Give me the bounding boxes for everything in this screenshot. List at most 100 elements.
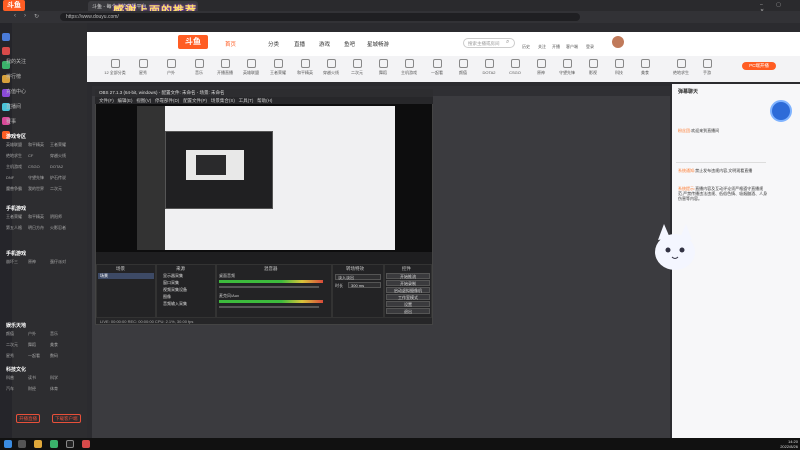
taskbar-app-icon[interactable] [50, 440, 58, 448]
sidebar-tag[interactable]: 崩坏三 [6, 259, 28, 265]
scene-item[interactable]: 场景 [98, 273, 154, 279]
nav-game[interactable]: 游戏 [319, 40, 330, 48]
sidebar-tag[interactable]: CSGO [28, 164, 50, 170]
sidebar-item-recharge[interactable]: 充值中心 [6, 88, 26, 95]
sidebar-tag[interactable]: 星秀 [6, 353, 28, 359]
virtual-camera-button[interactable]: 启动虚拟摄像机 [386, 287, 430, 293]
category-item[interactable]: 穿越火线 [318, 57, 344, 76]
nav-category[interactable]: 分类 [268, 40, 279, 48]
category-item[interactable]: 12 全部分类 [102, 57, 128, 76]
category-item[interactable]: 户外 [158, 57, 184, 76]
volume-slider[interactable] [219, 306, 319, 308]
url-input[interactable]: https://www.douyu.com/ [60, 13, 580, 21]
source-item[interactable]: 音频输入采集 [163, 301, 187, 307]
obs-menu-docks[interactable]: 停靠部件(D) [155, 98, 179, 103]
category-item[interactable]: 影视 [580, 57, 606, 76]
start-icon[interactable] [4, 440, 12, 448]
sidebar-tag[interactable]: 穿越火线 [50, 153, 72, 159]
sidebar-tag[interactable]: 读书 [28, 375, 50, 381]
obs-menu-help[interactable]: 帮助(H) [257, 98, 272, 103]
category-item[interactable]: 守望先锋 [554, 57, 580, 76]
source-item[interactable]: 图像 [163, 294, 171, 300]
category-item[interactable]: 一起看 [424, 57, 450, 76]
nav-follow[interactable]: 关注 [538, 44, 546, 50]
sidebar-tag[interactable]: DOTA2 [50, 164, 72, 170]
category-item[interactable]: DOTA2 [476, 57, 502, 75]
category-item[interactable]: 主机游戏 [396, 57, 422, 76]
nav-history[interactable]: 历史 [522, 44, 530, 50]
obs-menu-tools[interactable]: 工具(T) [239, 98, 254, 103]
category-item[interactable]: 王者荣耀 [265, 57, 291, 76]
sidebar-tag[interactable]: 音乐 [50, 331, 72, 337]
duration-input[interactable]: 300 ms [348, 282, 381, 288]
sidebar-tag[interactable]: 体育 [50, 386, 72, 392]
category-item[interactable]: 原神 [528, 57, 554, 76]
forward-icon[interactable]: › [24, 13, 26, 19]
sidebar-tag[interactable]: 美食 [50, 342, 72, 348]
sidebar-tag[interactable]: 英雄联盟 [6, 142, 28, 148]
category-item[interactable]: CSGO [502, 57, 528, 75]
category-item[interactable]: 英雄联盟 [238, 57, 264, 76]
sidebar-tag[interactable]: CF [28, 153, 50, 159]
nav-home[interactable]: 首页 [225, 40, 236, 48]
sidebar-tag[interactable]: 绝地求生 [6, 153, 28, 159]
exit-button[interactable]: 退出 [386, 308, 430, 314]
transition-select[interactable]: 淡入淡出 [335, 274, 381, 280]
sidebar-tag[interactable]: 王者荣耀 [6, 214, 28, 220]
app-icon[interactable] [2, 47, 10, 55]
sidebar-tag[interactable]: 一起看 [28, 353, 50, 359]
streamer-avatar[interactable] [770, 100, 792, 122]
site-logo[interactable]: 斗鱼 [178, 35, 208, 49]
sidebar-tag[interactable]: 二次元 [6, 342, 28, 348]
sidebar-tag[interactable]: 颜值 [6, 331, 28, 337]
obs-menu-scene-collection[interactable]: 场景集合(S) [211, 98, 235, 103]
nav-fishbar[interactable]: 鱼吧 [344, 40, 355, 48]
source-item[interactable]: 视频采集设备 [163, 287, 187, 293]
sidebar-tag[interactable]: 原神 [28, 259, 50, 265]
avatar[interactable] [612, 36, 624, 48]
sidebar-tag[interactable]: 二次元 [50, 186, 72, 192]
category-item[interactable]: 绝地求生 [668, 57, 694, 76]
taskbar-app-icon[interactable] [18, 440, 26, 448]
sidebar-tag[interactable]: 明日方舟 [28, 225, 50, 231]
category-item[interactable]: 音乐 [186, 57, 212, 76]
category-item[interactable]: 二次元 [344, 57, 370, 76]
taskbar-app-icon[interactable] [66, 440, 74, 448]
sidebar-item-rank[interactable]: 排行榜 [6, 73, 21, 80]
app-icon[interactable] [2, 33, 10, 41]
sidebar-item-follow[interactable]: 我的关注 [6, 58, 26, 65]
start-recording-button[interactable]: 开始录制 [386, 280, 430, 286]
window-controls[interactable]: – ▢ ✕ [760, 2, 796, 14]
taskbar-app-icon[interactable] [34, 440, 42, 448]
nav-login[interactable]: 登录 [586, 44, 594, 50]
sidebar-tag[interactable]: 科学 [50, 375, 72, 381]
obs-menu-edit[interactable]: 编辑(E) [118, 98, 133, 103]
nav-client[interactable]: 客户端 [566, 44, 578, 50]
sidebar-tag[interactable]: 和平精英 [28, 214, 50, 220]
sidebar-tag[interactable]: 火影忍者 [50, 225, 72, 231]
sidebar-item-room[interactable]: 直播间 [6, 103, 21, 110]
start-live-button[interactable]: 开播直播 [16, 414, 40, 423]
obs-menu-file[interactable]: 文件(F) [99, 98, 114, 103]
sidebar-tag[interactable]: 舞蹈 [28, 342, 50, 348]
sidebar-tag[interactable]: 王者荣耀 [50, 142, 72, 148]
sidebar-tag[interactable]: 蛋仔派对 [50, 259, 72, 265]
studio-mode-button[interactable]: 工作室模式 [386, 294, 430, 300]
category-item[interactable]: 科技 [606, 57, 632, 76]
sidebar-tag[interactable]: 数码 [50, 353, 72, 359]
sidebar-tag[interactable]: 第五人格 [6, 225, 28, 231]
sidebar-item-match[interactable]: 赛事 [6, 118, 16, 125]
sidebar-tag[interactable]: 阴阳师 [50, 214, 72, 220]
sidebar-tag[interactable]: 守望先锋 [28, 175, 50, 181]
nav-star-city[interactable]: 星城畅游 [367, 40, 389, 48]
taskbar-app-icon[interactable] [82, 440, 90, 448]
category-item[interactable]: 手游 [694, 57, 720, 76]
sidebar-tag[interactable]: 我的世界 [28, 186, 50, 192]
sidebar-tag[interactable]: DNF [6, 175, 28, 181]
source-item[interactable]: 窗口采集 [163, 280, 179, 286]
download-client-button[interactable]: 下载客户端 [52, 414, 81, 423]
sidebar-tag[interactable]: 科普 [6, 375, 28, 381]
sidebar-tag[interactable]: 炉石传说 [50, 175, 72, 181]
obs-menu-view[interactable]: 视图(V) [136, 98, 151, 103]
sidebar-tag[interactable]: 主机游戏 [6, 164, 28, 170]
